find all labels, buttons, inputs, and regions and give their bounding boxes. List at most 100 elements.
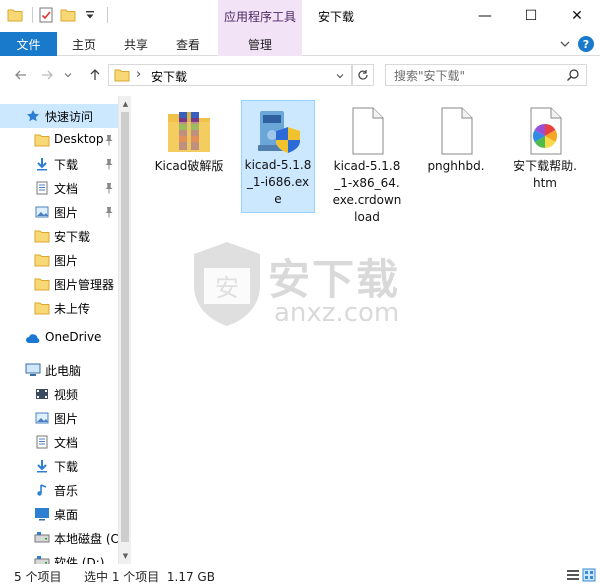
sidebar-item-pictures-2[interactable]: 图片	[0, 248, 118, 272]
folder-icon	[34, 300, 50, 316]
sidebar-item-videos[interactable]: 视频	[0, 382, 118, 406]
download-icon	[34, 458, 50, 474]
details-view-icon[interactable]	[566, 568, 580, 582]
download-icon	[34, 156, 50, 172]
sidebar-item-label: 此电脑	[45, 364, 82, 378]
folder-icon[interactable]	[6, 6, 24, 24]
scroll-thumb[interactable]	[121, 112, 129, 542]
pin-icon	[104, 134, 114, 146]
file-item-kicad-i686-exe[interactable]: kicad-5.1.8_1-i686.exe	[241, 100, 315, 213]
tab-manage[interactable]: 管理	[218, 32, 302, 56]
pin-icon	[104, 206, 114, 218]
large-icons-view-icon[interactable]	[582, 568, 596, 582]
scroll-up-arrow-icon[interactable]: ▲	[121, 98, 130, 110]
customize-toolbar-dropdown-icon[interactable]	[81, 6, 99, 24]
maximize-button[interactable]: ☐	[508, 0, 554, 32]
minimize-button[interactable]: —	[462, 0, 508, 32]
close-button[interactable]: ✕	[554, 0, 600, 32]
file-list: 安 安下载 anxz.com Kicad破解版 kicad-5.1.8_1-i6…	[132, 96, 600, 564]
context-tab-header: 应用程序工具	[218, 0, 302, 32]
toolbar-divider	[107, 7, 108, 23]
sidebar-item-not-uploaded[interactable]: 未上传	[0, 296, 118, 320]
tab-home[interactable]: 主页	[62, 32, 106, 56]
winrar-folder-icon	[168, 112, 210, 152]
document-icon	[34, 434, 50, 450]
blank-file-icon	[441, 107, 473, 155]
folder-icon	[34, 276, 50, 292]
folder-icon	[34, 228, 50, 244]
sidebar-item-label: 下载	[54, 460, 79, 474]
sidebar-item-this-pc[interactable]: 此电脑	[0, 358, 118, 382]
sidebar-item-documents-2[interactable]: 文档	[0, 430, 118, 454]
status-selection: 选中 1 个项目 1.17 GB	[84, 570, 215, 584]
sidebar-item-documents[interactable]: 文档	[0, 176, 118, 200]
sidebar-item-software-d[interactable]: 软件 (D:)	[0, 550, 118, 564]
scroll-down-arrow-icon[interactable]: ▼	[121, 550, 130, 562]
sidebar-item-desktop[interactable]: Desktop	[0, 128, 118, 152]
sidebar-item-label: OneDrive	[45, 330, 102, 344]
search-input[interactable]: 搜索"安下载"	[394, 67, 465, 84]
file-item-help-htm[interactable]: 安下载帮助.htm	[508, 102, 582, 196]
back-arrow-icon[interactable]	[12, 66, 30, 84]
address-bar[interactable]: › 安下载	[108, 64, 352, 86]
tab-share[interactable]: 共享	[114, 32, 158, 56]
folder-icon	[34, 252, 50, 268]
sidebar-item-picture-manager[interactable]: 图片管理器	[0, 272, 118, 296]
help-button[interactable]: ?	[578, 36, 594, 52]
file-name: kicad-5.1.8_1-x86_64.exe.crdownload	[332, 159, 402, 224]
blank-file-icon	[352, 107, 384, 155]
status-item-count: 5 个项目	[14, 570, 62, 584]
drive-icon	[34, 530, 50, 546]
file-item-pnghhbd[interactable]: pnghhbd.	[419, 102, 493, 179]
recent-locations-chevron-icon[interactable]	[62, 66, 74, 84]
sidebar-item-label: 图片	[54, 254, 79, 268]
sidebar-item-label: 图片	[54, 412, 79, 426]
sidebar-item-music[interactable]: 音乐	[0, 478, 118, 502]
search-box[interactable]: 搜索"安下载"	[385, 64, 587, 86]
tab-file[interactable]: 文件	[0, 32, 57, 56]
file-item-kicad-x64-crdownload[interactable]: kicad-5.1.8_1-x86_64.exe.crdownload	[330, 102, 404, 230]
star-icon	[25, 108, 41, 124]
sidebar-item-anxiazai[interactable]: 安下载	[0, 224, 118, 248]
sidebar-item-label: 图片	[54, 206, 79, 220]
sidebar-item-label: 图片管理器	[54, 278, 115, 292]
new-folder-icon[interactable]	[59, 6, 77, 24]
document-icon	[34, 180, 50, 196]
sidebar-item-label: 桌面	[54, 508, 79, 522]
file-name: pnghhbd.	[427, 159, 485, 173]
htm-file-icon	[530, 107, 562, 155]
sidebar-item-pictures-3[interactable]: 图片	[0, 406, 118, 430]
nav-scrollbar[interactable]: ▲ ▼	[118, 96, 131, 564]
installer-icon	[258, 111, 300, 153]
search-icon[interactable]	[566, 68, 580, 85]
sidebar-item-pictures[interactable]: 图片	[0, 200, 118, 224]
tab-view[interactable]: 查看	[166, 32, 210, 56]
address-history-chevron-icon[interactable]	[335, 70, 345, 84]
up-arrow-icon[interactable]	[86, 66, 104, 84]
video-icon	[34, 386, 50, 402]
sidebar-item-onedrive[interactable]: OneDrive	[0, 326, 118, 350]
quick-access-toolbar	[6, 6, 108, 24]
sidebar-item-desktop-2[interactable]: 桌面	[0, 502, 118, 526]
file-item-kicad-crack[interactable]: Kicad破解版	[152, 102, 226, 179]
drive-icon	[34, 554, 50, 564]
pin-icon	[104, 182, 114, 194]
breadcrumb-segment[interactable]: 安下载	[151, 68, 187, 85]
sidebar-item-label: 未上传	[54, 302, 91, 316]
sidebar-item-downloads-2[interactable]: 下载	[0, 454, 118, 478]
desktop-icon	[34, 506, 50, 522]
sidebar-item-local-disk-c[interactable]: 本地磁盘 (C	[0, 526, 119, 550]
sidebar-item-label: 下载	[54, 158, 79, 172]
forward-arrow-icon[interactable]	[38, 66, 56, 84]
folder-icon	[114, 68, 130, 85]
navigation-pane: 快速访问 Desktop 下载 文档 图片 安下载 图片 图片管理器 未上传 OneDrive 此电…	[0, 96, 131, 564]
sidebar-item-label: 文档	[54, 182, 79, 196]
chevron-down-icon[interactable]	[558, 37, 572, 51]
properties-icon[interactable]	[37, 6, 55, 24]
sidebar-item-quick-access[interactable]: 快速访问	[0, 104, 118, 128]
breadcrumb-separator[interactable]: ›	[136, 67, 141, 82]
refresh-button[interactable]	[352, 64, 374, 86]
sidebar-item-downloads[interactable]: 下载	[0, 152, 118, 176]
title-bar: 应用程序工具 安下载 — ☐ ✕	[0, 0, 600, 32]
watermark-logo-icon: 安	[194, 242, 260, 326]
